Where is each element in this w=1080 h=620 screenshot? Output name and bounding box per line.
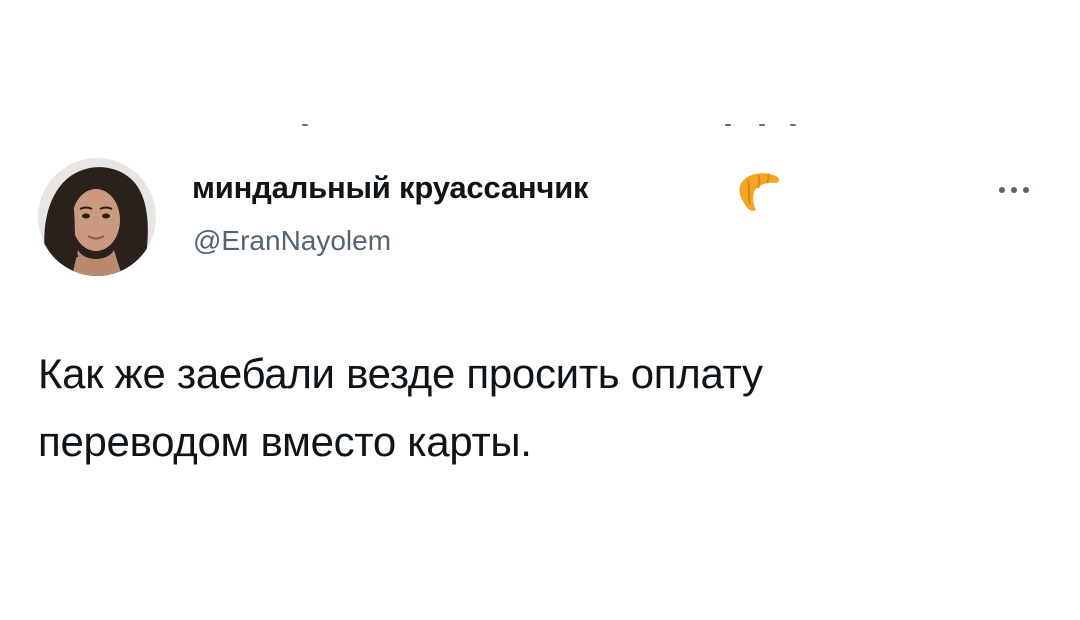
tweet-text-line: Как же заебали везде просить оплату: [38, 350, 763, 397]
crop-artifact: [725, 124, 731, 126]
tweet-text-line: переводом вместо карты.: [38, 418, 532, 465]
crop-artifact: [302, 124, 308, 126]
tweet-card: миндальный круассанчик @EranNayolem Как …: [0, 0, 1080, 620]
crop-artifact: [790, 124, 796, 126]
tweet-text: Как же заебали везде просить оплату пере…: [38, 340, 1038, 476]
more-options-button[interactable]: [988, 178, 1040, 202]
crop-artifact: [759, 124, 765, 126]
avatar[interactable]: [38, 158, 156, 276]
display-name[interactable]: миндальный круассанчик: [192, 168, 589, 208]
user-handle[interactable]: @EranNayolem: [193, 223, 391, 259]
more-horizontal-icon: [999, 187, 1029, 193]
avatar-photo: [38, 158, 156, 276]
croissant-icon: [734, 162, 786, 214]
